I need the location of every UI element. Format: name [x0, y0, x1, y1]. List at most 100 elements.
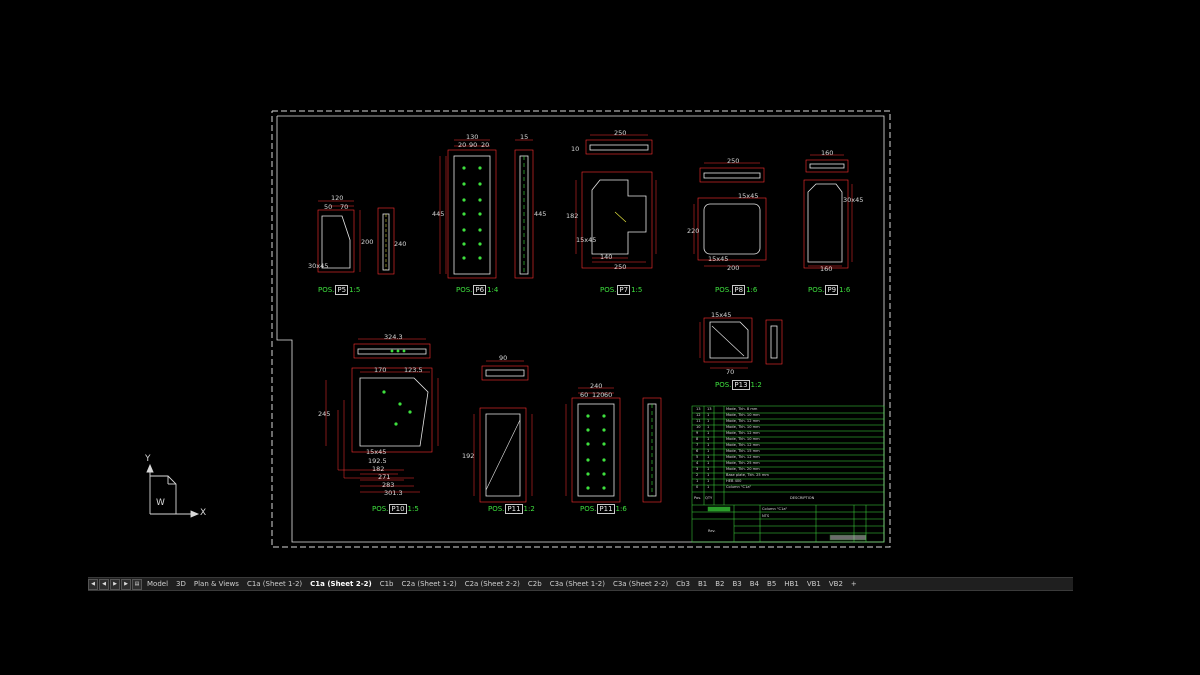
layout-tab[interactable]: B1 — [694, 580, 711, 588]
layout-tab[interactable]: B4 — [746, 580, 763, 588]
parts-list-cell: 11 — [696, 419, 701, 423]
parts-list-cell: 4 — [696, 461, 699, 465]
pos-label-p5: POS. P5 1:5 — [318, 285, 361, 295]
dim-label: 200 — [361, 238, 374, 246]
layout-tab[interactable]: B3 — [728, 580, 745, 588]
first-layout-icon[interactable]: ◀ — [88, 578, 98, 590]
dim-label: 192 — [462, 452, 475, 460]
layout-tab[interactable]: C3a (Sheet 2-2) — [609, 580, 672, 588]
pos-label-p11b: POS. P11 1:6 — [580, 504, 627, 514]
ucs-w-label: W — [156, 498, 165, 508]
dim-label: 60 — [604, 391, 613, 399]
parts-list-cell: 1 — [707, 443, 710, 447]
layout-tab[interactable]: VB2 — [825, 580, 847, 588]
drawing-canvas[interactable]: 120 5 0 70 200 240 30x45 130 20 90 20 445… — [0, 0, 1200, 570]
layout-tab[interactable]: VB1 — [803, 580, 825, 588]
layout-tab[interactable]: C1a (Sheet 1-2) — [243, 580, 306, 588]
dim-label: 192.5 — [368, 457, 387, 465]
dim-label: 90 — [469, 141, 478, 149]
layout-tab[interactable]: 3D — [172, 580, 190, 588]
parts-list-cell: 10 — [696, 425, 701, 429]
prev-layout-icon[interactable]: ◀ — [99, 578, 109, 590]
parts-list-cell: 1 — [707, 425, 710, 429]
add-layout-tab[interactable]: + — [847, 580, 861, 588]
parts-list-cell: 1 — [707, 437, 710, 441]
dim-label: 182 — [566, 212, 579, 220]
dim-label: 15x45 — [738, 192, 759, 200]
layout-list-icon[interactable]: ▤ — [132, 578, 142, 590]
dim-label: 160 — [820, 265, 833, 273]
parts-list-cell: Mode, Tkh. 10 mm — [726, 437, 760, 441]
layout-tab[interactable]: C2a (Sheet 2-2) — [461, 580, 524, 588]
layout-tab[interactable]: C1a (Sheet 2-2) — [306, 580, 376, 588]
layout-tab-bar: ◀ ◀ ▶ ▶ ▤ Model 3D Plan & Views C1a (Sheet … — [88, 577, 1073, 591]
parts-list-cell: 7 — [696, 443, 699, 447]
layout-tab[interactable]: C3a (Sheet 1-2) — [546, 580, 609, 588]
parts-list-cell: 12 — [696, 413, 701, 417]
dim-label: 120 — [592, 391, 605, 399]
parts-list-cell: 13 — [696, 407, 701, 411]
dim-label: 324.3 — [384, 333, 403, 341]
dim-label: 220 — [687, 227, 700, 235]
layout-tab[interactable]: B5 — [763, 580, 780, 588]
dim-label: 130 — [466, 133, 479, 141]
dim-label: 20 — [458, 141, 467, 149]
cad-drawing — [146, 110, 891, 548]
layout-tab[interactable]: Model — [143, 580, 172, 588]
parts-list-cell: 0 — [696, 485, 699, 489]
dim-label: 301.3 — [384, 489, 403, 497]
parts-list-cell: Base plate, Tkh. 25 mm — [726, 473, 769, 477]
parts-list-cell: 1 — [707, 455, 710, 459]
dim-label: 20 — [481, 141, 490, 149]
layout-tab[interactable]: C2a (Sheet 1-2) — [397, 580, 460, 588]
dim-label: 250 — [614, 263, 627, 271]
last-layout-icon[interactable]: ▶ — [121, 578, 131, 590]
dim-label: 123.5 — [404, 366, 423, 374]
p6-bolt-holes — [462, 166, 482, 260]
pos-label-p10: POS. P10 1:5 — [372, 504, 419, 514]
parts-list-cell: 9 — [696, 431, 699, 435]
parts-list-cell: 1 — [707, 449, 710, 453]
layout-tab[interactable]: HB1 — [780, 580, 803, 588]
parts-list-cell: Column "C1a" — [726, 485, 752, 489]
title-field-scale: NTS — [762, 514, 770, 518]
header-qty: QTY — [705, 496, 713, 500]
pos-label-p7: POS. P7 1:5 — [600, 285, 643, 295]
parts-list-cell: 3 — [696, 467, 699, 471]
sheet-border — [271, 110, 891, 548]
ucs-icon — [146, 463, 200, 518]
dim-label: 445 — [432, 210, 445, 218]
dim-label: 60 — [580, 391, 589, 399]
dim-label: 240 — [590, 382, 603, 390]
dim-label: 10 — [571, 145, 580, 153]
dim-label: 30x45 — [308, 262, 329, 270]
layout-tab[interactable]: B2 — [711, 580, 728, 588]
dim-label: 15x45 — [708, 255, 729, 263]
dim-label: 271 — [378, 473, 391, 481]
parts-list-cell: Mode, Tkh. 12 mm — [726, 431, 760, 435]
pos-label-p9: POS. P9 1:6 — [808, 285, 851, 295]
layout-tab[interactable]: Plan & Views — [190, 580, 243, 588]
part-p9-view — [803, 154, 853, 269]
dim-label: 70 — [340, 203, 349, 211]
parts-list-cell: Mode, Tkh. 12 mm — [726, 419, 760, 423]
parts-list-cell: Mode, Tkh. 25 mm — [726, 461, 760, 465]
layout-tab[interactable]: Cb3 — [672, 580, 694, 588]
tab-list: Model 3D Plan & Views C1a (Sheet 1-2) C1a (S… — [143, 580, 861, 588]
title-field-name: Column "C1a" — [762, 507, 788, 511]
parts-list-cell: 1 — [707, 485, 710, 489]
header-pos: Pos. — [694, 496, 702, 500]
parts-list-cell: 5 — [696, 455, 699, 459]
parts-list-cell: 1 — [707, 431, 710, 435]
dim-label: 240 — [394, 240, 407, 248]
next-layout-icon[interactable]: ▶ — [110, 578, 120, 590]
layout-tab[interactable]: C2b — [524, 580, 546, 588]
parts-list-cell: 1 — [707, 479, 710, 483]
parts-list-cell: 8 — [696, 437, 699, 441]
title-block — [691, 405, 885, 543]
header-description: DESCRIPTION — [790, 496, 815, 500]
layout-tab[interactable]: C1b — [376, 580, 398, 588]
dim-label: 140 — [600, 253, 613, 261]
parts-list-cell: 1 — [696, 479, 699, 483]
part-p5-view — [317, 200, 395, 275]
